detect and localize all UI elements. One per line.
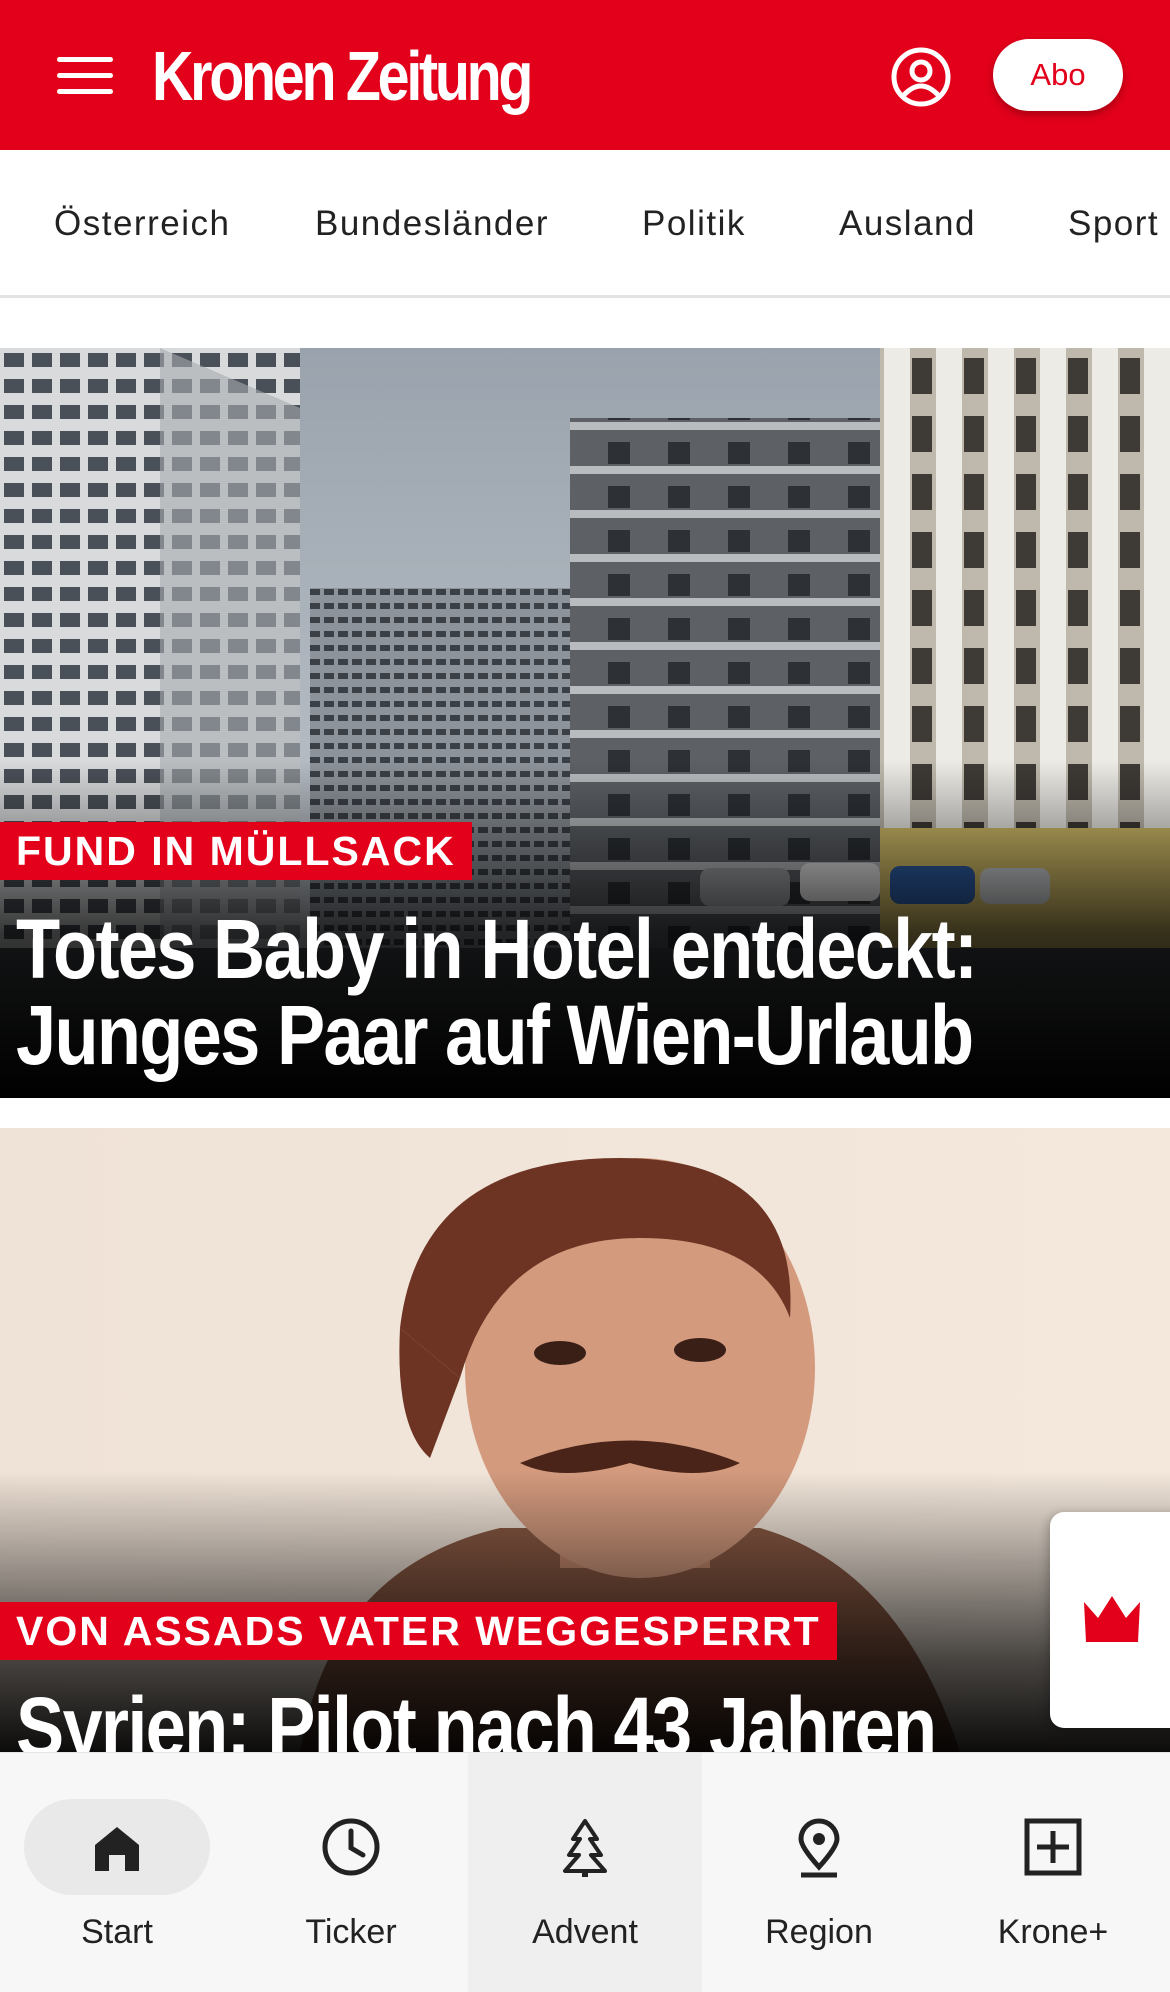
clock-icon <box>322 1818 380 1876</box>
krone-app-screen: Kronen Zeitung Abo Österreich Bundesländ… <box>0 0 1170 1992</box>
krone-crown-icon <box>1084 1596 1140 1642</box>
article-headline: Syrien: Pilot nach 43 Jahren <box>16 1680 937 1752</box>
tab-sport[interactable]: Sport <box>1068 204 1159 244</box>
home-icon <box>95 1827 139 1871</box>
tab-oesterreich[interactable]: Österreich <box>54 204 230 244</box>
article-kicker: FUND IN MÜLLSACK <box>0 822 472 880</box>
christmas-tree-icon <box>563 1819 607 1877</box>
section-tabs: Österreich Bundesländer Politik Ausland … <box>0 150 1170 298</box>
location-pin-icon <box>798 1818 840 1878</box>
article-headline: Totes Baby in Hotel entdeckt: Junges Paa… <box>16 902 978 1082</box>
nav-label: Advent <box>532 1913 638 1951</box>
nav-label: Start <box>81 1913 153 1951</box>
nav-ticker[interactable]: Ticker <box>234 1753 468 1992</box>
nav-advent[interactable]: Advent <box>468 1753 702 1992</box>
nav-label: Krone+ <box>997 1913 1109 1951</box>
article-kicker: VON ASSADS VATER WEGGESPERRT <box>0 1602 837 1660</box>
nav-label: Region <box>765 1913 873 1951</box>
site-logo[interactable]: Kronen Zeitung <box>152 36 533 116</box>
plus-box-icon <box>1024 1818 1082 1876</box>
user-account-icon[interactable] <box>890 46 952 108</box>
nav-region[interactable]: Region <box>702 1753 936 1992</box>
tab-bundeslaender[interactable]: Bundesländer <box>315 204 549 244</box>
tab-ausland[interactable]: Ausland <box>839 204 976 244</box>
bottom-navigation: Start Ticker Advent Region Krone+ <box>0 1752 1170 1992</box>
article-card[interactable]: FUND IN MÜLLSACK Totes Baby in Hotel ent… <box>0 348 1170 1098</box>
nav-start[interactable]: Start <box>0 1753 234 1992</box>
abo-button[interactable]: Abo <box>993 39 1123 111</box>
hamburger-menu-icon[interactable] <box>40 40 130 110</box>
nav-krone-plus[interactable]: Krone+ <box>936 1753 1170 1992</box>
nav-label: Ticker <box>305 1913 397 1951</box>
article-card[interactable]: VON ASSADS VATER WEGGESPERRT Syrien: Pil… <box>0 1128 1170 1752</box>
top-header: Kronen Zeitung Abo <box>0 0 1170 150</box>
krone-floating-button[interactable] <box>1050 1512 1170 1728</box>
tab-politik[interactable]: Politik <box>642 204 746 244</box>
